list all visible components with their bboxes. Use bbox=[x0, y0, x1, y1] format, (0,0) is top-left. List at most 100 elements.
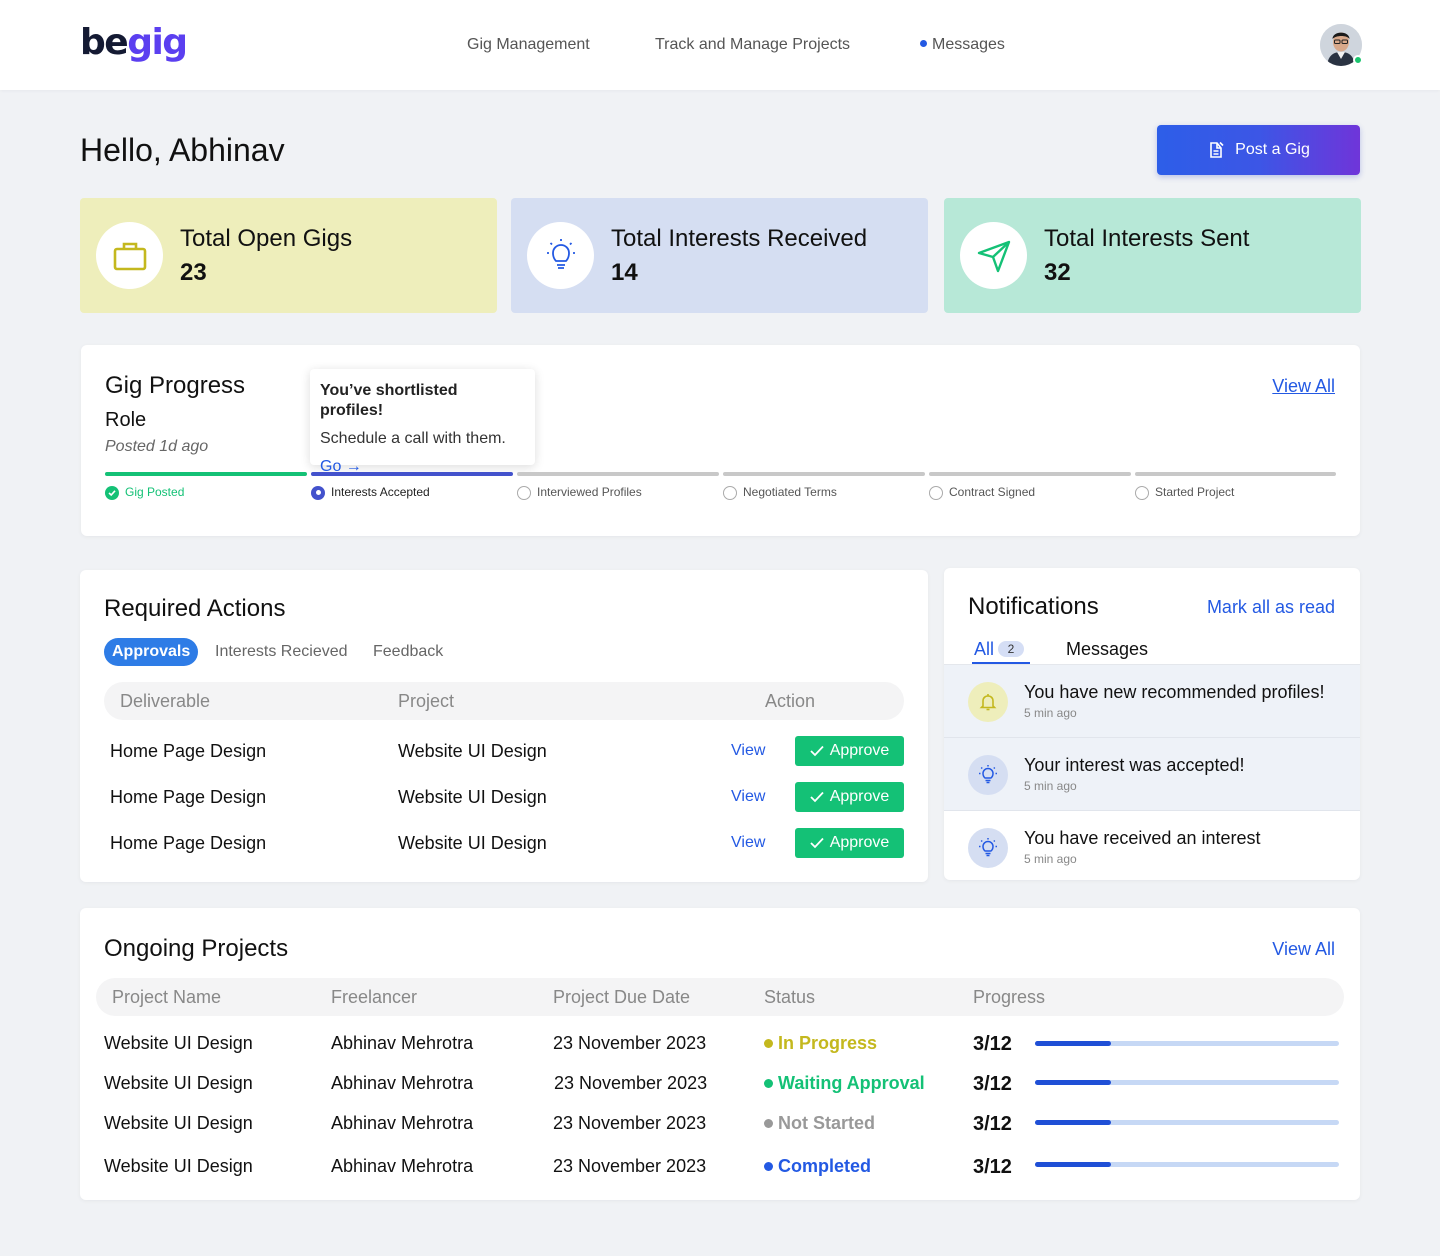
gig-progress-title: Gig Progress bbox=[105, 372, 246, 399]
tab-approvals[interactable]: Approvals bbox=[104, 638, 199, 666]
notification-time: 5 min ago bbox=[1024, 706, 1077, 720]
step-bar-interests-accepted bbox=[311, 472, 513, 476]
progress-count: 3/12 bbox=[973, 1073, 1012, 1095]
briefcase-icon bbox=[96, 222, 163, 289]
gig-posted-time: Posted 1d ago bbox=[105, 438, 209, 455]
status-badge: In Progress bbox=[764, 1032, 877, 1054]
freelancer-cell: Abhinav Mehrotra bbox=[331, 1073, 474, 1093]
progress-count: 3/12 bbox=[973, 1033, 1012, 1055]
greeting-title: Hello, Abhinav bbox=[80, 132, 285, 168]
nav-track-manage-projects[interactable]: Track and Manage Projects bbox=[655, 35, 850, 55]
status-dot bbox=[764, 1161, 773, 1171]
tab-interests-received[interactable]: Interests Recieved bbox=[215, 638, 348, 666]
nav-messages[interactable]: Messages bbox=[920, 35, 1005, 55]
ongoing-projects-view-all-link[interactable]: View All bbox=[1272, 938, 1335, 960]
post-gig-button[interactable]: Post a Gig bbox=[1157, 125, 1360, 175]
tab-messages[interactable]: Messages bbox=[1066, 638, 1148, 660]
notifications-card: Notifications Mark all as read All 2 Mess… bbox=[944, 568, 1360, 880]
progress-count: 3/12 bbox=[973, 1113, 1012, 1135]
stat-label: Total Interests Received bbox=[611, 225, 868, 252]
ongoing-projects-card: Ongoing Projects View All Project Name F… bbox=[80, 908, 1360, 1200]
progress-bar-fill bbox=[1035, 1162, 1111, 1167]
nav-gig-management[interactable]: Gig Management bbox=[467, 35, 590, 55]
freelancer-cell: Abhinav Mehrotra bbox=[331, 1033, 474, 1053]
deliverable-cell: Home Page Design bbox=[110, 741, 267, 761]
deliverable-cell: Home Page Design bbox=[110, 833, 267, 853]
check-circle-icon bbox=[105, 485, 119, 500]
status-dot bbox=[764, 1118, 773, 1128]
bell-icon bbox=[968, 682, 1008, 722]
progress-bar-fill bbox=[1035, 1041, 1111, 1046]
mark-all-read-link[interactable]: Mark all as read bbox=[1207, 596, 1335, 618]
stat-value: 32 bbox=[1044, 259, 1071, 286]
empty-circle-icon bbox=[723, 485, 737, 500]
notification-text: Your interest was accepted! bbox=[1024, 755, 1245, 775]
begig-logo[interactable]: begig bbox=[80, 18, 188, 68]
stat-card-open-gigs[interactable]: Total Open Gigs 23 bbox=[80, 198, 497, 313]
gig-role: Role bbox=[105, 409, 147, 431]
view-link[interactable]: View bbox=[731, 786, 765, 808]
status-badge: Not Started bbox=[764, 1112, 875, 1134]
table-header: Deliverable Project Action bbox=[104, 682, 904, 720]
approve-button[interactable]: Approve bbox=[795, 782, 904, 812]
column-header-action: Action bbox=[765, 691, 816, 711]
approve-button[interactable]: Approve bbox=[795, 828, 904, 858]
notification-item[interactable]: You have new recommended profiles! 5 min… bbox=[944, 665, 1360, 738]
project-cell: Website UI Design bbox=[398, 741, 547, 761]
unread-dot bbox=[920, 40, 927, 47]
progress-bar bbox=[1035, 1120, 1339, 1125]
column-header-progress: Progress bbox=[973, 987, 1046, 1007]
step-contract-signed: Contract Signed bbox=[929, 485, 1035, 500]
progress-bar bbox=[1035, 1041, 1339, 1046]
column-header-freelancer: Freelancer bbox=[331, 987, 418, 1007]
status-badge: Completed bbox=[764, 1155, 871, 1177]
online-status-dot bbox=[1353, 55, 1363, 65]
stat-value: 14 bbox=[611, 259, 638, 286]
lightbulb-icon bbox=[527, 222, 594, 289]
status-dot bbox=[764, 1078, 773, 1088]
stat-label: Total Open Gigs bbox=[180, 225, 353, 252]
empty-circle-icon bbox=[517, 485, 531, 500]
shortlist-tooltip: You’ve shortlisted profiles! Schedule a … bbox=[310, 369, 535, 475]
stat-card-interests-sent[interactable]: Total Interests Sent 32 bbox=[944, 198, 1361, 313]
column-header-deliverable: Deliverable bbox=[120, 691, 211, 711]
stat-label: Total Interests Sent bbox=[1044, 225, 1250, 252]
required-actions-card: Required Actions Approvals Interests Rec… bbox=[80, 570, 928, 882]
notification-item[interactable]: Your interest was accepted! 5 min ago bbox=[944, 738, 1360, 811]
notification-count-badge: 2 bbox=[998, 641, 1025, 657]
check-icon bbox=[810, 745, 824, 757]
column-header-due-date: Project Due Date bbox=[553, 987, 691, 1007]
progress-bar-fill bbox=[1035, 1080, 1111, 1085]
check-icon bbox=[810, 791, 824, 803]
notifications-title: Notifications bbox=[968, 593, 1099, 620]
view-link[interactable]: View bbox=[731, 832, 765, 854]
freelancer-cell: Abhinav Mehrotra bbox=[331, 1156, 474, 1176]
view-link[interactable]: View bbox=[731, 740, 765, 762]
column-header-status: Status bbox=[764, 987, 816, 1007]
tab-feedback[interactable]: Feedback bbox=[373, 638, 443, 666]
required-actions-title: Required Actions bbox=[104, 595, 286, 622]
step-started-project: Started Project bbox=[1135, 485, 1234, 500]
tab-all[interactable]: All 2 bbox=[974, 638, 1025, 660]
notification-text: You have new recommended profiles! bbox=[1024, 682, 1325, 702]
step-bar-gig-posted bbox=[105, 472, 307, 476]
gig-progress-view-all-link[interactable]: View All bbox=[1272, 375, 1335, 397]
stat-value: 23 bbox=[180, 259, 207, 286]
lightbulb-icon bbox=[968, 828, 1008, 868]
notification-time: 5 min ago bbox=[1024, 852, 1077, 866]
due-date-cell: 23 November 2023 bbox=[554, 1073, 708, 1093]
stat-card-interests-received[interactable]: Total Interests Received 14 bbox=[511, 198, 928, 313]
ongoing-projects-title: Ongoing Projects bbox=[104, 935, 289, 962]
due-date-cell: 23 November 2023 bbox=[553, 1033, 707, 1053]
approve-button[interactable]: Approve bbox=[795, 736, 904, 766]
deliverable-cell: Home Page Design bbox=[110, 787, 267, 807]
step-bar-negotiated bbox=[723, 472, 925, 476]
table-header: Project Name Freelancer Project Due Date… bbox=[96, 978, 1344, 1016]
tooltip-text: Schedule a call with them. bbox=[320, 430, 506, 447]
empty-circle-icon bbox=[929, 485, 943, 500]
step-gig-posted: Gig Posted bbox=[105, 485, 184, 500]
post-document-icon bbox=[1210, 141, 1224, 158]
step-negotiated-terms: Negotiated Terms bbox=[723, 485, 837, 500]
notification-item[interactable]: You have received an interest 5 min ago bbox=[944, 811, 1360, 880]
step-bar-interviewed bbox=[517, 472, 719, 476]
